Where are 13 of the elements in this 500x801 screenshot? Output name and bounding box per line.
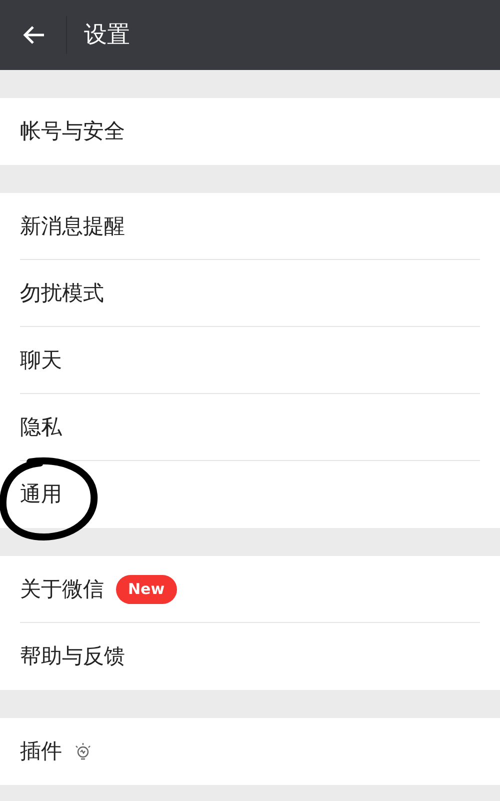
item-label: 新消息提醒 [20, 212, 125, 240]
item-label: 隐私 [20, 414, 62, 441]
item-label: 帐号与安全 [20, 118, 125, 145]
item-label: 聊天 [20, 346, 62, 374]
item-label: 插件 [20, 738, 62, 765]
screen-title: 设置 [84, 20, 130, 50]
item-label: 通用 [20, 480, 62, 508]
lightbulb-icon [74, 742, 92, 762]
item-label: 关于微信 [20, 576, 104, 603]
new-badge: New [116, 575, 177, 604]
item-label: 勿扰模式 [20, 280, 104, 307]
back-arrow-icon[interactable] [22, 25, 46, 45]
item-label: 帮助与反馈 [20, 642, 125, 670]
